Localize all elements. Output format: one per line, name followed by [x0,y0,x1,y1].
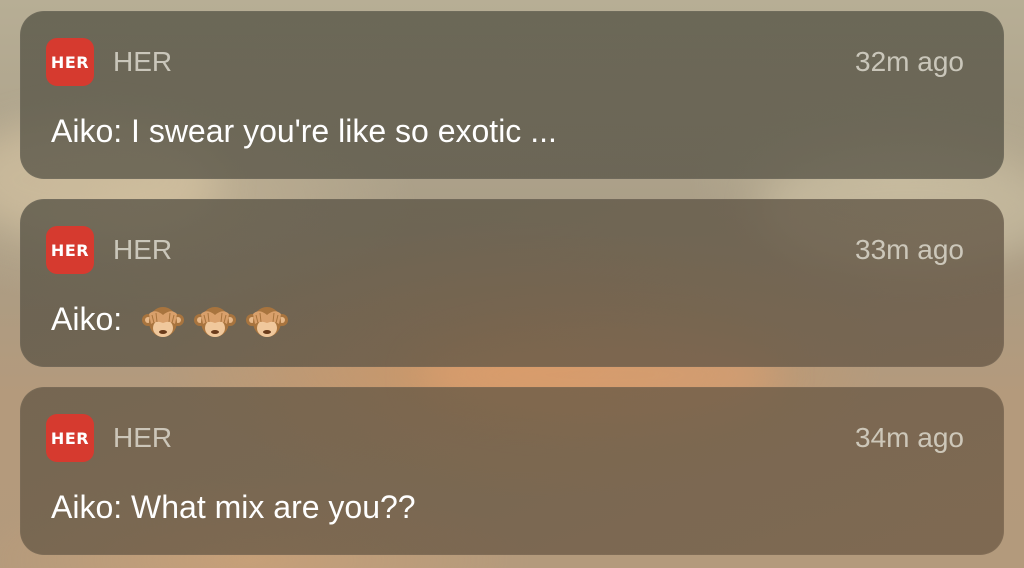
notification-timestamp: 34m ago [855,422,964,453]
see-no-evil-monkey-icon [194,306,237,337]
message-sender: Aiko: [51,489,123,525]
notification-card[interactable]: HER HER 32m ago Aiko: I swear you're lik… [20,11,1004,179]
emoji-group [141,300,289,344]
notification-card[interactable]: HER HER 33m ago Aiko: [20,199,1004,367]
message-body: What mix are you?? [131,489,416,525]
notification-message: Aiko: I swear you're like so exotic ... [51,111,557,151]
her-app-icon: HER [46,226,94,274]
notification-timestamp: 33m ago [855,234,964,265]
notification-message: Aiko: What mix are you?? [51,487,416,527]
message-sender: Aiko: [51,301,123,337]
her-app-icon: HER [46,38,94,86]
message-sender: Aiko: [51,113,123,149]
app-name: HER [113,46,173,77]
message-body: I swear you're like so exotic ... [131,113,557,149]
see-no-evil-monkey-icon [246,306,289,337]
see-no-evil-monkey-icon [142,306,185,337]
notification-message: Aiko: [51,299,289,344]
her-app-icon: HER [46,414,94,462]
notification-card[interactable]: HER HER 34m ago Aiko: What mix are you?? [20,387,1004,555]
app-name: HER [113,234,173,265]
app-name: HER [113,422,173,453]
notification-timestamp: 32m ago [855,46,964,77]
